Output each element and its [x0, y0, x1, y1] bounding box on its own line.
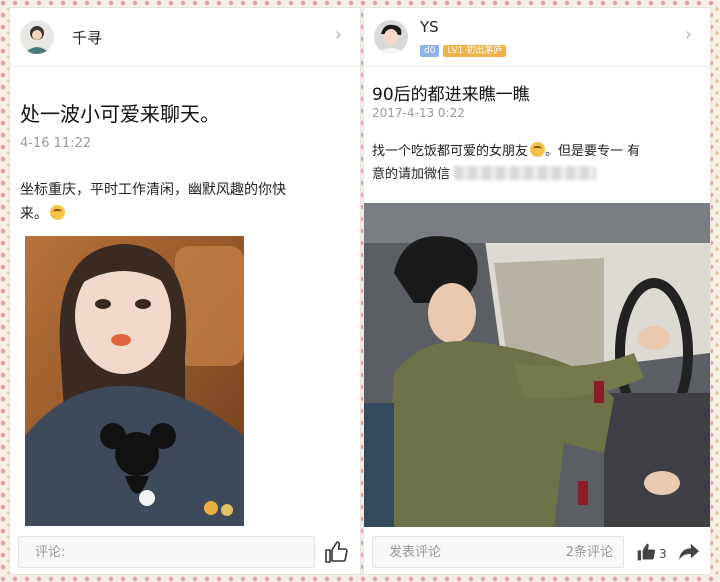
smile-emoji-icon	[50, 205, 65, 220]
comment-input[interactable]: 发表评论 2条评论	[372, 536, 624, 568]
post-body-line-2: 意的请加微信	[372, 163, 702, 186]
blurred-wechat-id	[454, 166, 597, 180]
post-body-line-text: 意的请加微信	[372, 167, 451, 182]
post-header[interactable]: 千寻 ›	[10, 8, 360, 66]
comment-bar: 发表评论 2条评论 3	[364, 530, 710, 574]
post-photo[interactable]	[25, 236, 244, 526]
post-body: 找一个吃饭都可爱的女朋友 。但是要专一 有 意的请加微信	[372, 140, 702, 186]
thumbs-up-icon[interactable]	[636, 542, 656, 566]
post-time: 4-16 11:22	[20, 136, 92, 151]
right-post-card: YS d0 LV1 初出茅庐 › 90后的都进来瞧一瞧 2017-4-13 0:2…	[364, 8, 710, 574]
post-body: 坐标重庆，平时工作清闲，幽默风趣的你快 来。	[20, 178, 350, 226]
comment-input[interactable]: 评论:	[18, 536, 315, 568]
post-time: 2017-4-13 0:22	[372, 106, 465, 120]
user-badges: d0 LV1 初出茅庐	[420, 38, 510, 57]
sad-emoji-icon	[530, 142, 546, 157]
comment-placeholder: 发表评论	[389, 545, 442, 560]
user-info: YS d0 LV1 初出茅庐	[420, 18, 510, 57]
user-avatar[interactable]	[20, 20, 54, 54]
post-body-line-rest: 。但是要专一 有	[545, 144, 641, 159]
post-body-line-2: 来。	[20, 202, 350, 226]
post-body-line: 坐标重庆，平时工作清闲，幽默风趣的你快	[20, 182, 286, 198]
post-body-line-text: 来。	[20, 206, 48, 222]
chevron-right-icon[interactable]: ›	[685, 24, 692, 45]
like-button[interactable]: 3	[636, 542, 667, 566]
comment-count[interactable]: 2条评论	[566, 537, 613, 569]
post-body-line: 找一个吃饭都可爱的女朋友 。但是要专一 有	[372, 140, 702, 163]
chevron-right-icon[interactable]: ›	[335, 24, 342, 45]
badge-level: LV1 初出茅庐	[443, 44, 507, 57]
header-divider	[10, 66, 360, 67]
header-divider	[364, 66, 710, 67]
user-avatar[interactable]	[374, 20, 408, 54]
post-body-line-text: 找一个吃饭都可爱的女朋友	[372, 144, 529, 159]
badge-id: d0	[420, 44, 440, 57]
user-name[interactable]: YS	[420, 18, 510, 36]
comment-bar: 评论:	[10, 530, 360, 574]
share-arrow-icon[interactable]	[678, 542, 700, 566]
post-title: 处一波小可爱来聊天。	[20, 102, 220, 126]
post-title: 90后的都进来瞧一瞧	[372, 85, 530, 105]
user-name[interactable]: 千寻	[72, 27, 102, 48]
like-count: 3	[659, 547, 667, 561]
thumbs-up-icon[interactable]	[324, 540, 348, 568]
post-photo[interactable]	[364, 203, 710, 527]
left-post-card: 千寻 › 处一波小可爱来聊天。 4-16 11:22 坐标重庆，平时工作清闲，幽…	[10, 8, 360, 574]
post-header[interactable]: YS d0 LV1 初出茅庐 ›	[364, 8, 710, 66]
